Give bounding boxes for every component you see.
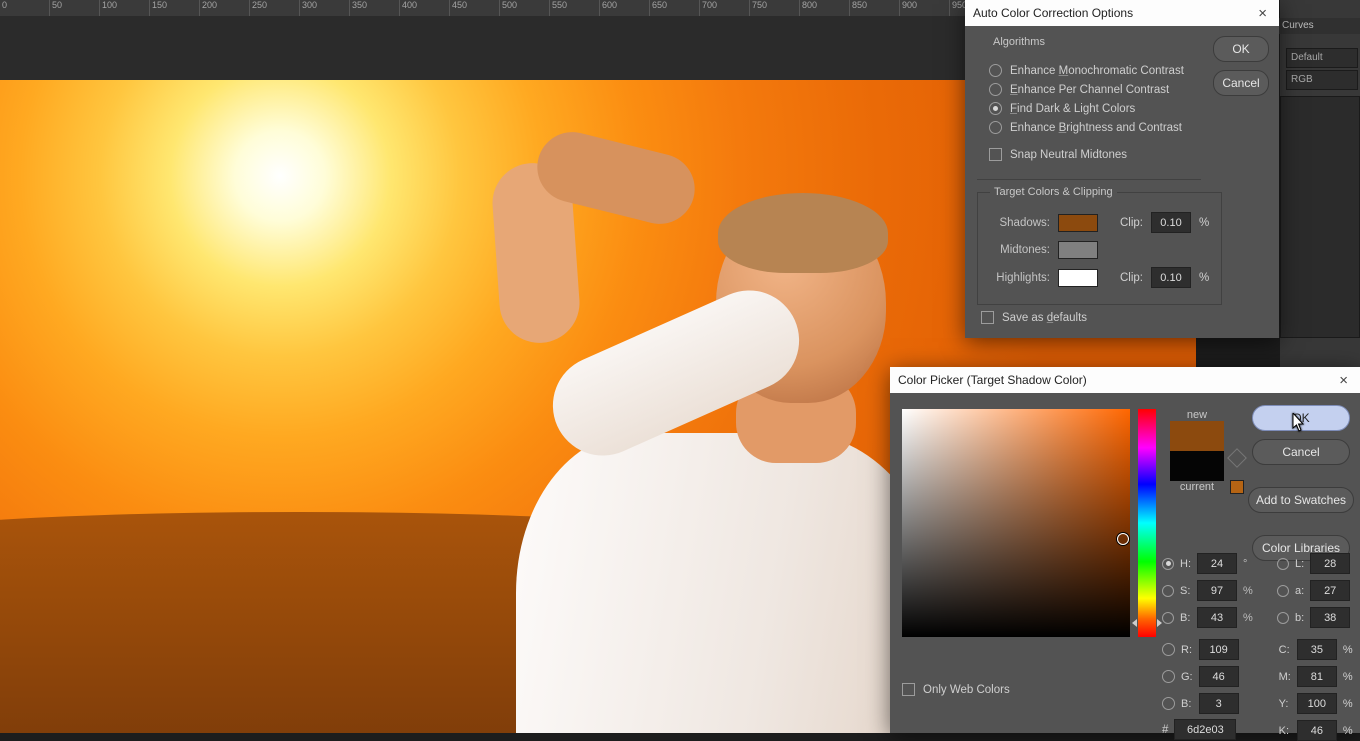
shadows-label: Shadows: (990, 217, 1050, 229)
gamut-warning-icon[interactable] (1227, 448, 1247, 468)
picker-title: Color Picker (Target Shadow Color) (898, 373, 1087, 387)
auto-color-titlebar[interactable]: Auto Color Correction Options × (965, 0, 1279, 26)
only-web-label: Only Web Colors (923, 684, 1010, 696)
s-input[interactable] (1197, 580, 1237, 601)
curves-preset-select[interactable]: Default (1286, 48, 1358, 68)
radio-h[interactable] (1162, 558, 1174, 570)
save-defaults-label: Save as defaults (1002, 312, 1087, 324)
ruler-tick: 350 (350, 0, 400, 16)
ruler-tick: 100 (100, 0, 150, 16)
cancel-button[interactable]: Cancel (1252, 439, 1350, 465)
ruler-tick: 600 (600, 0, 650, 16)
clip-shadows-input[interactable] (1151, 212, 1191, 233)
auto-color-title: Auto Color Correction Options (973, 6, 1133, 20)
add-to-swatches-button[interactable]: Add to Swatches (1248, 487, 1354, 513)
highlights-label: Highlights: (990, 272, 1050, 284)
ruler-tick: 750 (750, 0, 800, 16)
ruler-tick: 50 (50, 0, 100, 16)
opt-mono-label: Enhance Monochromatic Contrast (1010, 65, 1184, 77)
picker-titlebar[interactable]: Color Picker (Target Shadow Color) × (890, 367, 1360, 393)
clip-highlights-input[interactable] (1151, 267, 1191, 288)
saturation-brightness-field[interactable] (902, 409, 1130, 637)
ruler-tick: 500 (500, 0, 550, 16)
m-input[interactable] (1297, 666, 1337, 687)
hex-input[interactable] (1174, 719, 1236, 740)
color-picker-dialog: Color Picker (Target Shadow Color) × new… (890, 367, 1360, 733)
close-icon[interactable]: × (1335, 372, 1352, 389)
opt-find-label: Find Dark & Light Colors (1010, 103, 1135, 115)
ruler-tick: 450 (450, 0, 500, 16)
clip-label: Clip: (1120, 217, 1143, 229)
ruler-tick: 300 (300, 0, 350, 16)
new-color-swatch (1170, 421, 1224, 451)
curves-channel-select[interactable]: RGB (1286, 70, 1358, 90)
ruler-tick: 150 (150, 0, 200, 16)
g-input[interactable] (1199, 666, 1239, 687)
curves-graph[interactable] (1280, 96, 1360, 338)
y-input[interactable] (1297, 693, 1337, 714)
sat-cursor[interactable] (1117, 533, 1129, 545)
cancel-button[interactable]: Cancel (1213, 70, 1269, 96)
radio-b[interactable] (1162, 612, 1174, 624)
highlights-swatch[interactable] (1058, 269, 1098, 287)
radio-r[interactable] (1162, 643, 1175, 656)
hue-arrow-left-icon (1132, 619, 1137, 627)
k-input[interactable] (1297, 720, 1337, 741)
ruler-tick: 800 (800, 0, 850, 16)
radio-mono[interactable] (989, 64, 1002, 77)
ruler-tick: 900 (900, 0, 950, 16)
clip-label-2: Clip: (1120, 272, 1143, 284)
l-input[interactable] (1310, 553, 1350, 574)
radio-perchannel[interactable] (989, 83, 1002, 96)
radio-blab[interactable] (1277, 612, 1289, 624)
targets-legend: Target Colors & Clipping (990, 186, 1117, 198)
curves-panel-tab[interactable]: Curves (1276, 18, 1360, 34)
c-input[interactable] (1297, 639, 1337, 660)
bc-input[interactable] (1199, 693, 1239, 714)
radio-find-darklight[interactable] (989, 102, 1002, 115)
ok-button[interactable]: OK (1252, 405, 1350, 431)
pct-label: % (1199, 217, 1209, 229)
ruler-tick: 700 (700, 0, 750, 16)
current-label: current (1170, 481, 1224, 493)
radio-brightness[interactable] (989, 121, 1002, 134)
close-icon[interactable]: × (1254, 5, 1271, 22)
radio-l[interactable] (1277, 558, 1289, 570)
ruler-tick: 650 (650, 0, 700, 16)
snap-midtones-checkbox[interactable] (989, 148, 1002, 161)
h-input[interactable] (1197, 553, 1237, 574)
hue-slider[interactable] (1138, 409, 1156, 637)
opt-perchan-label: Enhance Per Channel Contrast (1010, 84, 1169, 96)
color-values-hsb-lab: H:° L: S:% a: B:% b: (1162, 553, 1350, 628)
hash-label: # (1162, 724, 1168, 736)
auto-color-dialog: Auto Color Correction Options × OK Cance… (965, 0, 1279, 338)
radio-s[interactable] (1162, 585, 1174, 597)
save-defaults-checkbox[interactable] (981, 311, 994, 324)
ruler-tick: 550 (550, 0, 600, 16)
midtones-swatch[interactable] (1058, 241, 1098, 259)
ruler-tick: 250 (250, 0, 300, 16)
current-color-swatch[interactable] (1170, 451, 1224, 481)
blab-input[interactable] (1310, 607, 1350, 628)
new-label: new (1170, 409, 1224, 421)
radio-a[interactable] (1277, 585, 1289, 597)
pct-label-2: % (1199, 272, 1209, 284)
websafe-swatch[interactable] (1230, 480, 1244, 494)
ruler-tick: 0 (0, 0, 50, 16)
ruler-tick: 850 (850, 0, 900, 16)
radio-bc[interactable] (1162, 697, 1175, 710)
midtones-label: Midtones: (990, 244, 1050, 256)
algorithms-legend: Algorithms (989, 36, 1049, 48)
radio-g[interactable] (1162, 670, 1175, 683)
bv-input[interactable] (1197, 607, 1237, 628)
ruler-tick: 200 (200, 0, 250, 16)
only-web-checkbox[interactable] (902, 683, 915, 696)
ok-button[interactable]: OK (1213, 36, 1269, 62)
r-input[interactable] (1199, 639, 1239, 660)
snap-midtones-label: Snap Neutral Midtones (1010, 149, 1127, 161)
opt-bright-label: Enhance Brightness and Contrast (1010, 122, 1182, 134)
ruler-tick: 400 (400, 0, 450, 16)
a-input[interactable] (1310, 580, 1350, 601)
shadows-swatch[interactable] (1058, 214, 1098, 232)
